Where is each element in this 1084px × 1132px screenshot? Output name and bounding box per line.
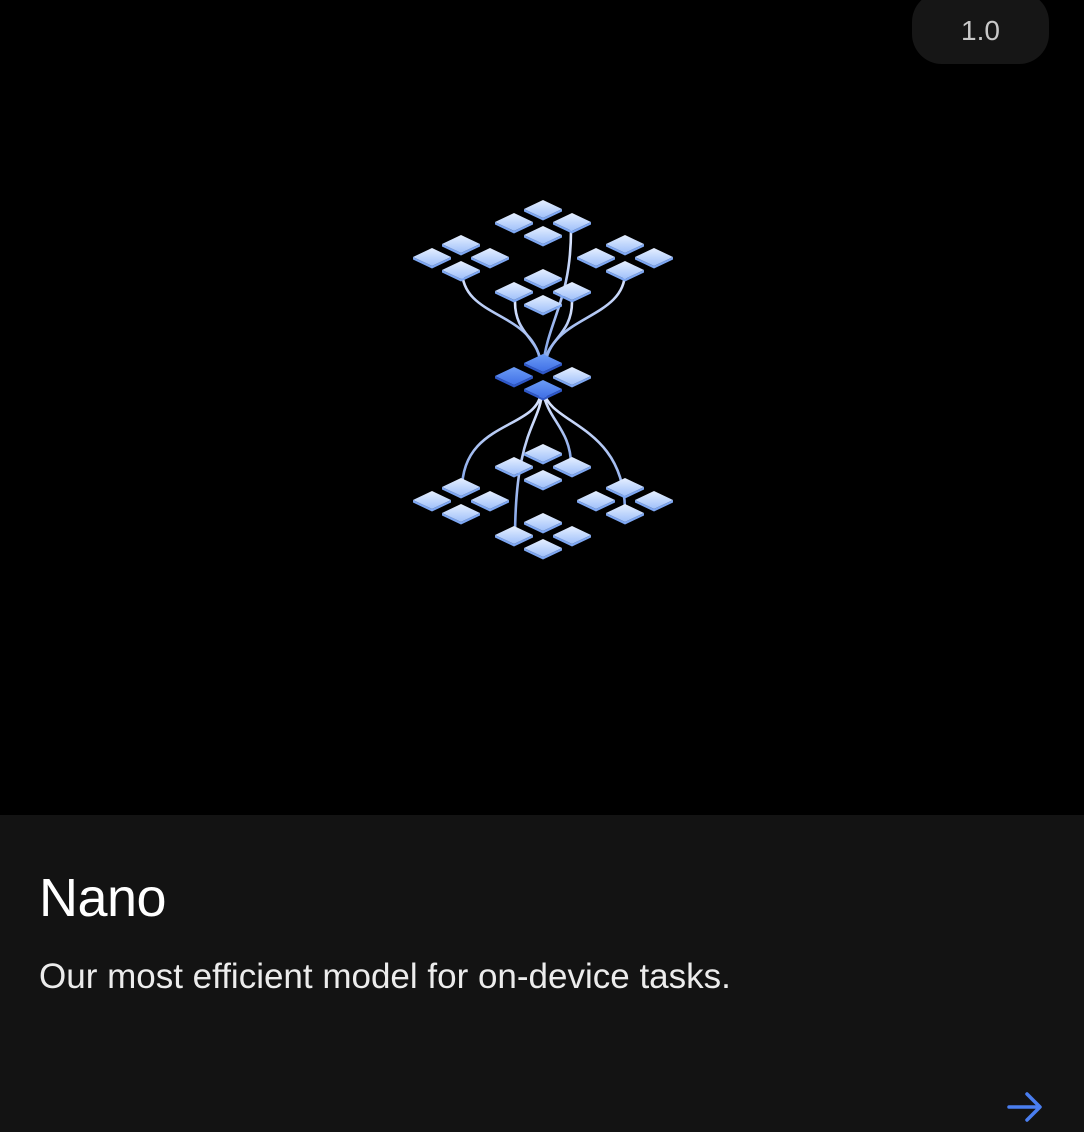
model-network-icon [400, 190, 690, 570]
model-title: Nano [39, 868, 167, 928]
model-card[interactable]: 1.0 Nano Our most efficient model for on… [0, 0, 1084, 1132]
model-info-panel: Nano Our most efficient model for on-dev… [0, 815, 1084, 1132]
hero-area: 1.0 [0, 0, 1084, 815]
model-description: Our most efficient model for on-device t… [39, 957, 731, 996]
arrow-right-icon[interactable] [1003, 1085, 1047, 1129]
version-badge: 1.0 [912, 0, 1049, 64]
